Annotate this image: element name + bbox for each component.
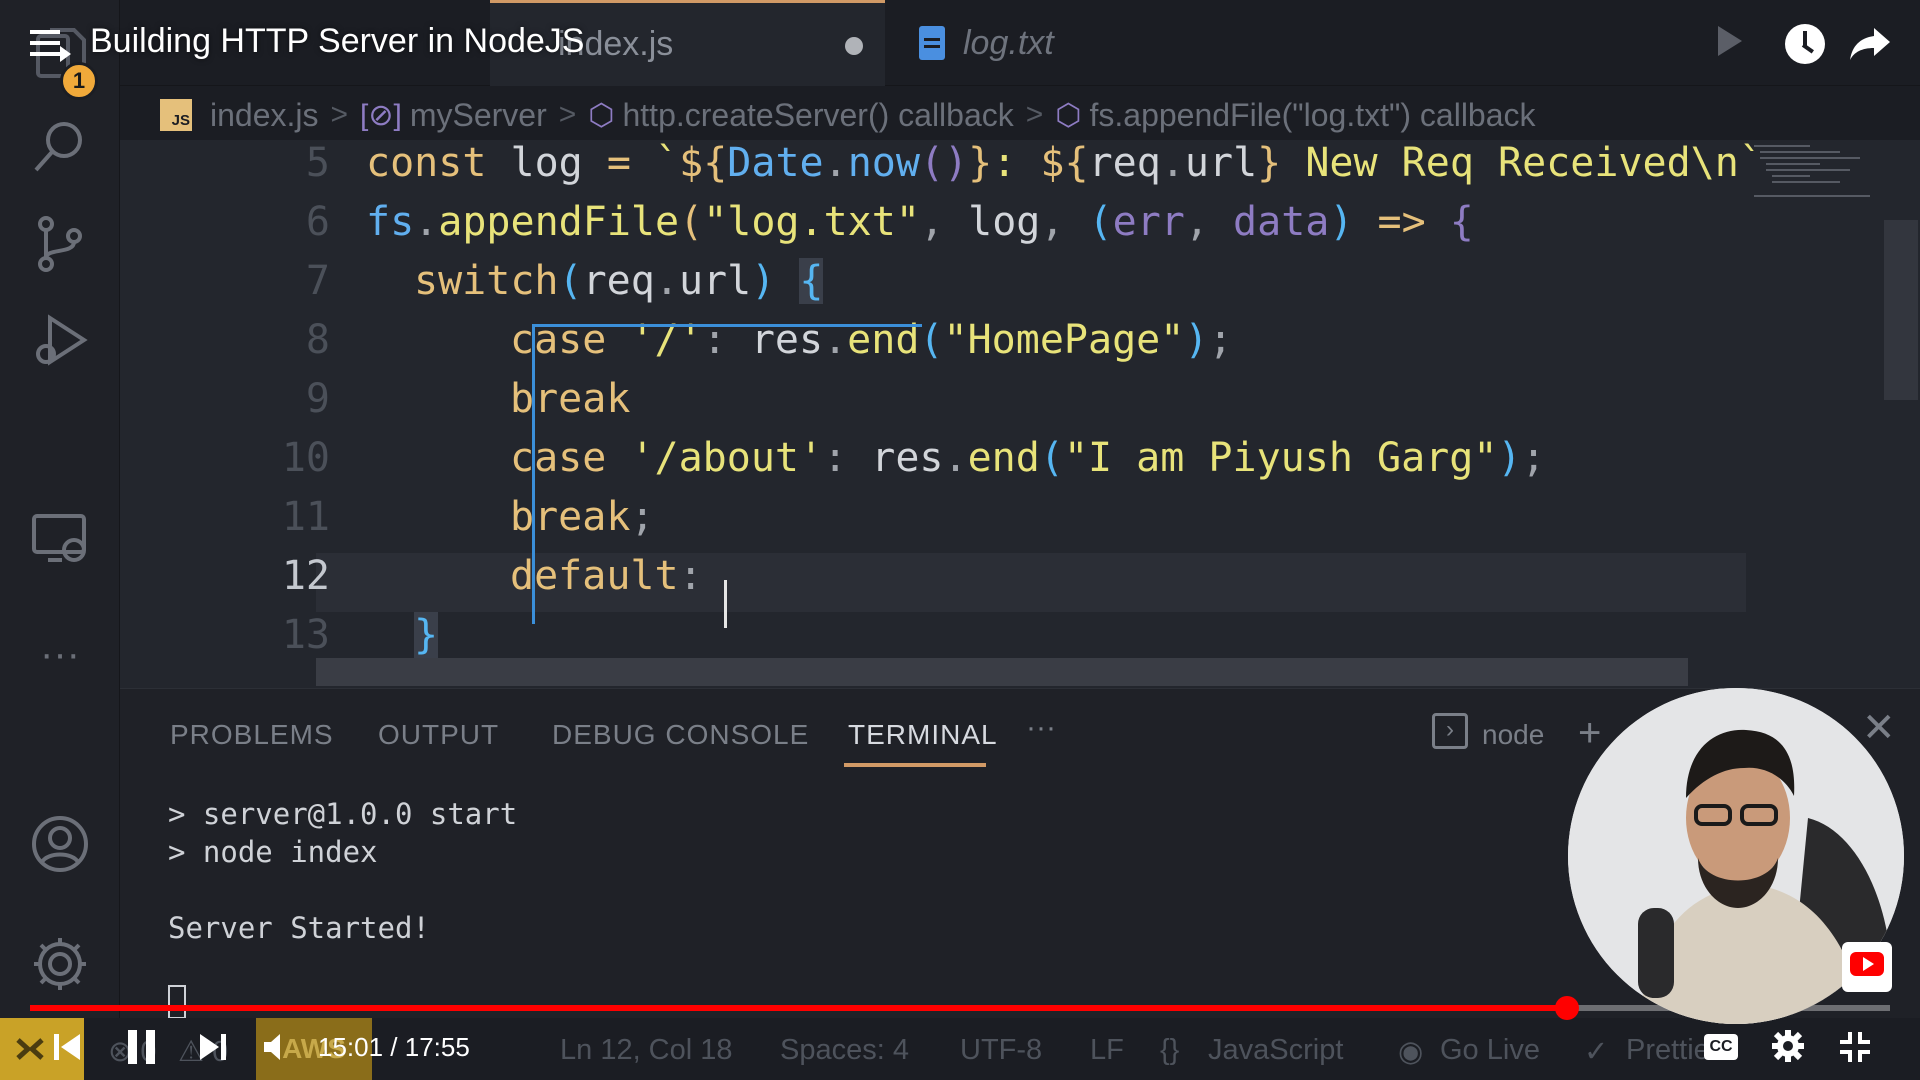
current-code-line[interactable]: 12 default: <box>282 553 1746 612</box>
tab-problems[interactable]: PROBLEMS <box>170 719 334 751</box>
captions-icon[interactable]: CC <box>1704 1034 1738 1060</box>
watch-later-icon[interactable] <box>1785 24 1825 64</box>
braces-icon: {} <box>1160 1034 1180 1066</box>
language-mode[interactable]: JavaScript <box>1208 1034 1343 1067</box>
close-icon[interactable]: ✕ <box>1862 705 1896 751</box>
share-icon[interactable] <box>1848 24 1892 64</box>
remote-explorer-icon[interactable] <box>24 502 96 574</box>
subscribe-icon[interactable] <box>1842 942 1892 992</box>
previous-video-icon[interactable] <box>52 1032 82 1062</box>
tab-debug-console[interactable]: DEBUG CONSOLE <box>552 719 809 751</box>
broadcast-icon: ◉ <box>1398 1036 1424 1068</box>
code-text: default: <box>510 553 727 599</box>
more-icon[interactable]: ··· <box>24 618 96 690</box>
code-line[interactable]: 8 case '/': res.end("HomePage"); <box>120 317 1920 376</box>
cube-icon: ⬡ <box>1055 98 1082 132</box>
run-file-icon[interactable] <box>1718 26 1742 56</box>
chevron-right-icon: > <box>558 98 577 131</box>
chevron-right-icon: > <box>330 98 349 131</box>
breadcrumb-file[interactable]: index.js <box>210 97 319 134</box>
line-number: 11 <box>281 494 330 540</box>
volume-icon[interactable] <box>262 1030 296 1064</box>
notification-badge: 1 <box>60 62 98 100</box>
exit-fullscreen-icon[interactable] <box>1838 1030 1872 1064</box>
settings-icon[interactable] <box>1770 1028 1806 1064</box>
code-editor[interactable]: 5 const log = `${Date.now()}: ${req.url}… <box>120 140 1920 688</box>
search-icon[interactable] <box>24 110 96 182</box>
breadcrumb-item-myserver[interactable]: myServer <box>410 97 547 134</box>
cursor-position[interactable]: Ln 12, Col 18 <box>560 1034 733 1067</box>
playlist-menu-icon[interactable] <box>30 30 71 62</box>
video-title[interactable]: Building HTTP Server in NodeJS <box>90 22 584 61</box>
pause-icon[interactable] <box>128 1030 156 1064</box>
terminal-cursor <box>168 985 186 1019</box>
cube-icon: ⬡ <box>588 98 615 132</box>
video-time: 15:01 / 17:55 <box>318 1032 470 1062</box>
progress-played <box>30 1005 1568 1011</box>
line-number: 7 <box>305 258 330 304</box>
terminal-icon: › <box>1432 713 1468 749</box>
code-line[interactable]: 9 break <box>120 376 1920 435</box>
line-number: 5 <box>305 140 330 186</box>
bracket-guide <box>532 324 922 327</box>
code-line[interactable]: 6 fs.appendFile("log.txt", log, (err, da… <box>120 199 1920 258</box>
code-text: case '/about': res.end("I am Piyush Garg… <box>510 435 1546 481</box>
js-file-icon: JS <box>160 99 192 131</box>
code-line[interactable]: 10 case '/about': res.end("I am Piyush G… <box>120 435 1920 494</box>
tab-output[interactable]: OUTPUT <box>378 719 499 751</box>
terminal-line: > node index <box>168 835 378 869</box>
terminal-line: Server Started! <box>168 911 430 945</box>
text-cursor <box>724 580 727 628</box>
next-video-icon[interactable] <box>198 1032 228 1062</box>
code-text: break <box>510 376 631 422</box>
line-number: 6 <box>305 199 330 245</box>
new-terminal-icon[interactable]: + <box>1578 711 1601 756</box>
tab-terminal[interactable]: TERMINAL <box>848 719 998 751</box>
line-number: 8 <box>305 317 330 363</box>
video-top-overlay: Building HTTP Server in NodeJS 1 <box>0 0 1920 100</box>
variable-icon: [⊘] <box>360 98 402 132</box>
breadcrumb: JS index.js > [⊘] myServer > ⬡ http.crea… <box>160 92 1536 138</box>
indentation[interactable]: Spaces: 4 <box>780 1034 909 1067</box>
account-icon[interactable] <box>24 808 96 880</box>
line-number: 10 <box>281 435 330 481</box>
check-icon: ✓ <box>1584 1036 1609 1068</box>
code-line[interactable]: 7 switch(req.url) { <box>120 258 1920 317</box>
code-line[interactable]: 5 const log = `${Date.now()}: ${req.url}… <box>120 140 1920 199</box>
code-text: fs.appendFile("log.txt", log, (err, data… <box>366 199 1474 245</box>
code-text: const log = `${Date.now()}: ${req.url} N… <box>366 140 1763 186</box>
more-actions-icon[interactable]: ··· <box>1026 711 1056 745</box>
source-control-icon[interactable] <box>24 208 96 280</box>
terminal-shell-name[interactable]: node <box>1482 719 1544 751</box>
breadcrumb-item-create-server[interactable]: http.createServer() callback <box>622 97 1013 134</box>
end-of-line[interactable]: LF <box>1090 1034 1124 1067</box>
terminal-line: > server@1.0.0 start <box>168 797 518 831</box>
settings-gear-icon[interactable] <box>24 928 96 1000</box>
code-line[interactable]: 11 break; <box>120 494 1920 553</box>
code-text: switch(req.url) { <box>414 258 824 304</box>
active-tab-indicator <box>844 763 986 767</box>
code-text: } <box>414 612 439 658</box>
encoding[interactable]: UTF-8 <box>960 1034 1042 1067</box>
video-progress-bar[interactable] <box>30 996 1890 1020</box>
run-debug-icon[interactable] <box>24 304 96 376</box>
go-live-button[interactable]: Go Live <box>1440 1034 1540 1067</box>
vertical-scrollbar[interactable] <box>1884 220 1918 400</box>
line-number: 13 <box>281 612 330 658</box>
breadcrumb-item-append-file[interactable]: fs.appendFile("log.txt") callback <box>1089 97 1535 134</box>
line-number: 12 <box>281 553 330 599</box>
activity-bar: ··· <box>0 0 120 1080</box>
horizontal-scrollbar[interactable] <box>316 658 1688 686</box>
line-number: 9 <box>305 376 330 422</box>
chevron-right-icon: > <box>1025 98 1044 131</box>
bracket-guide <box>532 324 535 624</box>
